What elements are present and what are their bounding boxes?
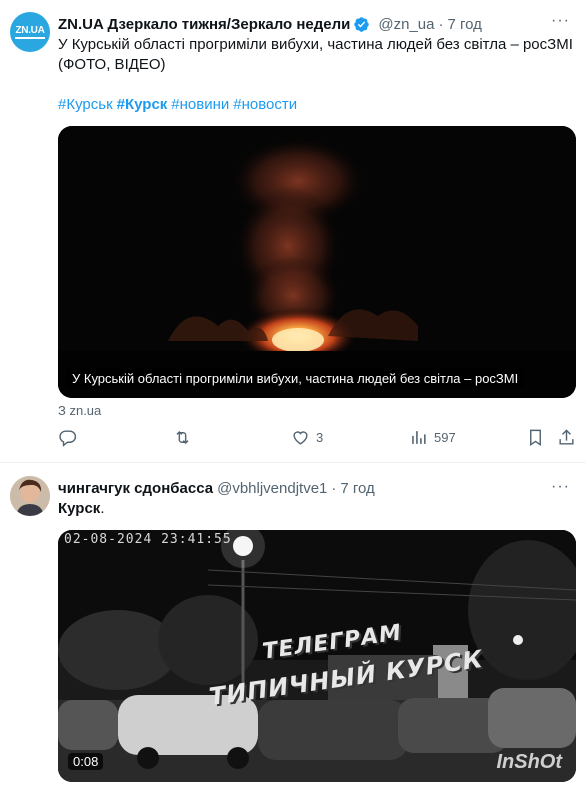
hashtag[interactable]: #новости [233,96,297,113]
separator: · [438,15,444,33]
avatar-logo-text: ZN.UA [15,25,45,39]
video-player[interactable]: 02-08-2024 23:41:55 ТЕЛЕГРАМ ТИПИЧНЫЙ КУ… [58,530,576,782]
tweet-text: У Курській області прогриміли вибухи, ча… [58,36,573,73]
timestamp[interactable]: 7 год [448,16,482,33]
avatar[interactable] [10,476,50,516]
hashtags: #Курськ #Курск #новини #новости [58,95,578,115]
views-button[interactable]: 597 [409,428,456,447]
separator: · [331,479,337,497]
bookmark-icon [530,429,541,446]
tweet[interactable]: чингачгук сдонбасса @vbhljvendjtve1 · 7 … [0,462,586,788]
avatar[interactable]: ZN.UA [10,12,50,52]
card-caption: У Курській області прогриміли вибухи, ча… [66,369,525,388]
tweet-text-suffix: . [100,500,105,517]
reply-icon [59,430,77,447]
tweet[interactable]: ZN.UA ZN.UA Дзеркало тижня/Зеркало недел… [0,0,586,462]
tweet-header: ZN.UA Дзеркало тижня/Зеркало недели @zn_… [58,14,482,34]
card-image [58,126,576,398]
display-name[interactable]: ZN.UA Дзеркало тижня/Зеркало недели [58,16,350,33]
action-bar: 3 597 [58,428,578,452]
views-icon [412,431,426,444]
share-button[interactable] [557,428,576,447]
video-duration: 0:08 [68,753,104,770]
reply-button[interactable] [58,428,77,447]
avatar-image [10,476,50,516]
like-icon [293,431,308,445]
hashtag[interactable]: #Курск [117,96,168,113]
link-card[interactable]: У Курській області прогриміли вибухи, ча… [58,126,576,398]
bookmark-button[interactable] [526,428,545,447]
display-name[interactable]: чингачгук сдонбасса [58,480,213,497]
hashtag[interactable]: #Курськ [58,96,113,113]
verified-icon [354,16,370,32]
views-count: 597 [434,430,456,445]
card-source[interactable]: З zn.ua [58,403,101,418]
like-button[interactable]: 3 [291,428,323,447]
more-icon[interactable]: ··· [551,478,570,496]
hashtag[interactable]: #новини [171,96,229,113]
tweet-text: Курск. [58,499,578,519]
share-icon [559,429,574,445]
video-timestamp: 02-08-2024 23:41:55 [64,532,232,547]
handle[interactable]: @zn_ua [378,16,434,33]
retweet-button[interactable] [173,428,192,447]
tweet-header: чингачгук сдонбасса @vbhljvendjtve1 · 7 … [58,478,375,498]
like-count: 3 [316,430,324,445]
retweet-icon [176,430,189,445]
video-watermark: InShOt [496,751,562,773]
handle[interactable]: @vbhljvendjtve1 [217,480,327,497]
timestamp[interactable]: 7 год [340,480,374,497]
tweet-text-main: Курск [58,500,101,517]
more-icon[interactable]: ··· [551,12,570,30]
